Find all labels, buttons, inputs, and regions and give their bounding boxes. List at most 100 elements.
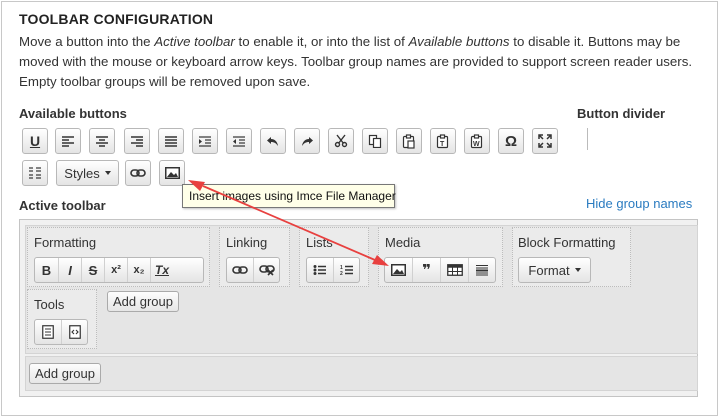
link-icon — [232, 266, 248, 274]
linking-buttons — [226, 257, 280, 283]
image-icon — [164, 167, 180, 179]
redo-button[interactable] — [294, 128, 320, 154]
italic-button[interactable]: I — [58, 258, 81, 282]
strikethrough-button[interactable]: S — [81, 258, 104, 282]
styles-label: Styles — [64, 165, 100, 181]
numbered-list-icon: 12 — [340, 265, 353, 276]
group-name-formatting: Formatting — [34, 235, 97, 250]
svg-text:2: 2 — [340, 271, 343, 276]
align-center-icon — [96, 136, 108, 147]
source-icon — [68, 325, 81, 339]
add-group-row-button[interactable]: Add group — [29, 363, 101, 384]
paste-text-icon: T — [436, 133, 449, 148]
source-button[interactable] — [61, 320, 87, 344]
link-button[interactable] — [227, 258, 253, 282]
table-icon — [446, 264, 463, 276]
undo-icon — [267, 137, 278, 146]
horizontal-line-button[interactable] — [468, 258, 495, 282]
bold-icon: B — [41, 262, 52, 278]
add-group-button[interactable]: Add group — [107, 291, 179, 312]
bulleted-list-icon — [313, 265, 326, 275]
indent-icon — [199, 136, 211, 147]
maximize-icon — [538, 134, 552, 148]
group-name-block-formatting: Block Formatting — [518, 235, 616, 250]
remove-format-button[interactable]: Tx — [150, 258, 173, 282]
align-left-button[interactable] — [55, 128, 81, 154]
lists-buttons: 12 — [306, 257, 360, 283]
link-icon — [130, 169, 146, 177]
group-name-lists: Lists — [306, 235, 333, 250]
align-center-button[interactable] — [89, 128, 115, 154]
cut-button[interactable] — [328, 128, 354, 154]
align-right-icon — [131, 136, 143, 147]
paste-button[interactable] — [396, 128, 422, 154]
chevron-down-icon — [574, 268, 581, 272]
copy-button[interactable] — [362, 128, 388, 154]
bulleted-list-button[interactable] — [307, 258, 333, 282]
underline-button[interactable]: U — [22, 128, 48, 154]
svg-text:T: T — [440, 141, 445, 148]
image-icon — [391, 264, 406, 276]
paste-word-icon: W — [470, 133, 483, 148]
outdent-button[interactable] — [226, 128, 252, 154]
subscript-icon: x₂ — [133, 264, 145, 276]
table-button[interactable] — [440, 258, 468, 282]
justify-icon — [165, 136, 177, 147]
section-title: TOOLBAR CONFIGURATION — [19, 11, 214, 27]
bold-button[interactable]: B — [35, 258, 58, 282]
button-divider[interactable] — [587, 128, 588, 150]
chevron-down-icon — [104, 171, 111, 175]
numbered-list-button[interactable]: 12 — [333, 258, 359, 282]
media-buttons: ❞ — [384, 257, 496, 283]
hide-group-names-link[interactable]: Hide group names — [586, 196, 692, 211]
image-button-tooltip: Insert images using Imce File Manager — [182, 184, 396, 208]
tools-buttons — [34, 319, 88, 345]
strikethrough-icon: S — [88, 262, 98, 278]
special-character-button[interactable]: Ω — [498, 128, 524, 154]
formatting-buttons: B I S x² x₂ Tx — [34, 257, 204, 283]
image-button[interactable] — [159, 160, 185, 186]
superscript-icon: x² — [111, 264, 121, 276]
outdent-icon — [233, 136, 245, 147]
undo-button[interactable] — [260, 128, 286, 154]
redo-icon — [302, 137, 313, 146]
show-blocks-button[interactable] — [22, 160, 48, 186]
image-button[interactable] — [385, 258, 412, 282]
button-divider-label: Button divider — [577, 106, 666, 121]
subscript-button[interactable]: x₂ — [127, 258, 150, 282]
show-blocks-icon — [29, 167, 41, 179]
indent-button[interactable] — [192, 128, 218, 154]
omega-icon: Ω — [504, 132, 518, 150]
justify-button[interactable] — [158, 128, 184, 154]
quote-icon: ❞ — [422, 262, 431, 279]
paste-from-word-button[interactable]: W — [464, 128, 490, 154]
align-right-button[interactable] — [124, 128, 150, 154]
format-dropdown-button[interactable]: Format — [518, 257, 591, 283]
group-name-media: Media — [385, 235, 421, 250]
format-label: Format — [528, 262, 570, 278]
horizontal-line-icon — [476, 265, 488, 276]
align-left-icon — [62, 136, 74, 147]
show-blocks-tool-button[interactable] — [35, 320, 61, 344]
section-description: Move a button into the Active toolbar to… — [19, 34, 693, 89]
italic-icon: I — [68, 262, 72, 278]
group-name-linking: Linking — [226, 235, 268, 250]
unlink-button[interactable] — [253, 258, 279, 282]
group-name-tools: Tools — [34, 297, 65, 312]
styles-dropdown-button[interactable]: Styles — [56, 160, 119, 186]
paste-text-button[interactable]: T — [430, 128, 456, 154]
show-blocks-icon — [42, 325, 54, 339]
link-button[interactable] — [125, 160, 151, 186]
scissors-icon — [334, 134, 348, 148]
maximize-button[interactable] — [532, 128, 558, 154]
svg-text:W: W — [473, 141, 480, 148]
blockquote-button[interactable]: ❞ — [412, 258, 440, 282]
active-toolbar-label: Active toolbar — [19, 198, 106, 213]
unlink-icon — [258, 265, 275, 276]
toolbar-row-2 — [25, 356, 698, 391]
copy-icon — [368, 134, 382, 148]
underline-icon: U — [29, 133, 41, 149]
remove-format-icon: Tx — [154, 263, 169, 277]
superscript-button[interactable]: x² — [104, 258, 127, 282]
clipboard-icon — [402, 133, 415, 149]
